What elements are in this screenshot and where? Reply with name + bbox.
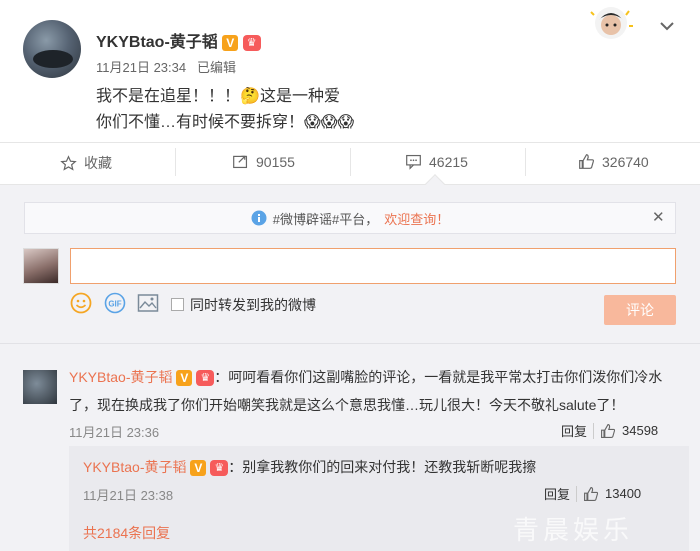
reply-author-name[interactable]: YKYBtao-黄子韬: [83, 459, 186, 475]
info-icon: [251, 210, 267, 226]
post-text-b: 这是一种爱: [259, 88, 340, 105]
comment-like-count: 34598: [622, 423, 659, 438]
submit-comment-button[interactable]: 评论: [604, 295, 676, 325]
comment-actions: 回复 34598: [561, 421, 658, 440]
commenter-avatar[interactable]: [23, 370, 57, 404]
reply-actions: 回复 13400: [544, 484, 641, 503]
comment-icon: [406, 154, 421, 170]
divider: [576, 485, 578, 502]
crown-badge-icon[interactable]: ♛: [210, 460, 229, 477]
notice-text: #微博辟谣#平台，: [272, 211, 379, 227]
commenter-name[interactable]: YKYBtao-黄子韬: [69, 369, 172, 385]
post-text-c: 你们不懂…有时候不要拆穿！: [96, 114, 305, 131]
reply-text: ：别拿我教你们的回来对付我！还教我斩断呢我擦: [228, 459, 537, 475]
comment-count: 46215: [429, 153, 468, 170]
verified-badge-icon[interactable]: V: [176, 370, 193, 387]
shocked-emoji-icon: 😱😱😱: [304, 114, 355, 131]
author-name[interactable]: YKYBtao-黄子韬: [96, 34, 218, 51]
comment-button[interactable]: 46215: [405, 153, 468, 170]
post-timestamp[interactable]: 11月21日 23:34: [96, 60, 186, 75]
chevron-down-icon[interactable]: [660, 18, 674, 34]
reply-line: YKYBtao-黄子韬 V ♛ ：别拿我教你们的回来对付我！还教我斩断呢我擦: [83, 457, 536, 477]
like-count: 326740: [602, 153, 649, 170]
comment-reply-button[interactable]: 回复: [561, 421, 587, 440]
reply-time: 11月21日 23:38: [83, 488, 174, 503]
gif-icon: GIF: [104, 292, 126, 314]
verified-badge-icon[interactable]: V: [190, 460, 207, 477]
comment-input[interactable]: [70, 248, 676, 284]
reply-like-count: 13400: [605, 486, 642, 501]
post-meta: 11月21日 23:34 已编辑: [96, 57, 236, 76]
edited-label: 已编辑: [196, 60, 236, 75]
comment-line-2: 了，现在换成我了你们开始嘲笑我就是这么个意思我懂…玩儿很大！今天不敬礼salut…: [69, 397, 625, 413]
notice-link[interactable]: 欢迎查询！: [384, 209, 449, 228]
rumor-notice: #微博辟谣#平台， 欢迎查询！: [24, 202, 676, 234]
svg-text:GIF: GIF: [108, 300, 121, 309]
star-icon: [60, 154, 77, 171]
crown-badge-icon[interactable]: ♛: [242, 34, 261, 51]
close-icon[interactable]: ✕: [652, 208, 665, 226]
author-avatar[interactable]: [23, 20, 81, 78]
divider: [350, 148, 351, 176]
thumbs-up-icon[interactable]: [583, 486, 599, 502]
comment-line-1: YKYBtao-黄子韬 V ♛ ：呵呵看看你们这副嘴脸的评论，一看就是我平常太打击…: [69, 367, 662, 387]
smiley-icon: [70, 292, 92, 314]
comment-time: 11月21日 23:36: [69, 425, 160, 440]
view-all-replies-link[interactable]: 共2184条回复: [83, 523, 170, 543]
watermark: 青晨娱乐: [513, 516, 634, 546]
image-button[interactable]: [137, 293, 159, 318]
top-right-avatar[interactable]: [585, 6, 637, 40]
thumbs-up-icon: [579, 154, 594, 169]
divider: [525, 148, 526, 176]
repost-checkbox[interactable]: [171, 298, 184, 311]
emoji-button[interactable]: [70, 292, 92, 319]
gif-button[interactable]: GIF: [104, 292, 126, 319]
repost-count: 90155: [256, 153, 295, 170]
my-avatar[interactable]: [23, 248, 59, 284]
repost-checkbox-label[interactable]: 同时转发到我的微博: [190, 295, 316, 315]
like-button[interactable]: 326740: [578, 153, 649, 170]
avatar-image: [33, 50, 73, 68]
favorite-label: 收藏: [84, 155, 112, 171]
comment-text: ：呵呵看看你们这副嘴脸的评论，一看就是我平常太打击你们泼你们冷水: [214, 369, 663, 385]
thinking-emoji-icon: 🤔: [240, 88, 260, 105]
repost-icon: [233, 155, 248, 169]
thumbs-up-icon[interactable]: [600, 423, 616, 439]
divider: [593, 422, 595, 439]
author-name-row: YKYBtao-黄子韬 V ♛: [96, 28, 261, 52]
post-text-line-2: 你们不懂…有时候不要拆穿！😱😱😱: [96, 108, 354, 132]
section-divider: [0, 343, 700, 344]
verified-badge-icon[interactable]: V: [222, 34, 239, 51]
post-text-a: 我不是在追星！！！: [96, 88, 241, 105]
repost-button[interactable]: 90155: [232, 153, 295, 170]
favorite-button[interactable]: 收藏: [60, 153, 112, 173]
divider: [175, 148, 176, 176]
reply-reply-button[interactable]: 回复: [544, 484, 570, 503]
post-text-line-1: 我不是在追星！！！🤔这是一种爱: [96, 82, 340, 106]
image-icon: [137, 294, 159, 312]
crown-badge-icon[interactable]: ♛: [196, 370, 215, 387]
